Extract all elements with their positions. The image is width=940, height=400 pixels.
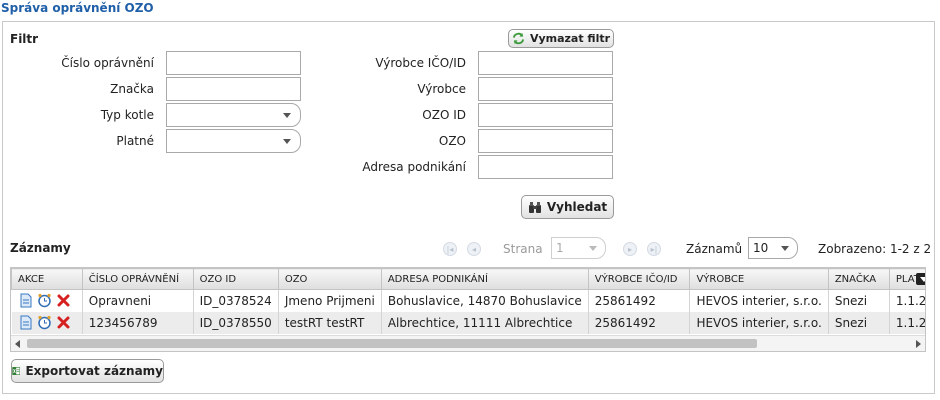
first-page-icon[interactable]: |◂ [443,242,457,256]
horizontal-scrollbar[interactable] [11,335,925,351]
table-row[interactable]: Opravneni ID_0378524 Jmeno Prijmeni Bohu… [11,289,925,312]
col-header-cislo-opravneni[interactable]: ČÍSLO OPRÁVNĚNÍ [81,268,194,290]
row-actions [11,289,83,312]
cell-cislo-opravneni: 123456789 [82,311,194,334]
cell-vyrobce-ico: 25861492 [588,311,691,334]
excel-icon [12,367,21,375]
binoculars-icon [528,201,541,213]
cell-platnost: 1.1.201 [889,289,925,312]
cell-znacka: Snezi [828,289,890,312]
field-label-vyrobce-ico: Výrobce IČO/ID [375,56,466,70]
column-menu-icon[interactable] [915,273,925,285]
platne-select[interactable] [166,129,301,153]
field-label-znacka: Značka [110,82,154,96]
clear-filter-button[interactable]: Vymazat filtr [508,29,614,48]
vyrobce-input[interactable] [478,77,613,101]
next-page-icon[interactable]: ▸ [623,242,637,256]
cell-vyrobce: HEVOS interier, s.r.o. [689,289,829,312]
per-page-label: Záznamů [686,242,743,256]
search-label: Vyhledat [546,200,608,214]
export-label: Exportovat záznamy [25,364,163,378]
delete-icon[interactable] [56,315,71,330]
page-select[interactable]: 1 [551,237,606,259]
cell-ozo-id: ID_0378524 [193,289,279,312]
chevron-down-icon [283,113,291,118]
scroll-left-icon[interactable] [15,340,20,348]
scroll-right-icon[interactable] [916,340,921,348]
ozo-input[interactable] [478,129,613,153]
records-summary: Zobrazeno: 1-2 z 2 [818,242,932,256]
page-value: 1 [556,241,564,255]
document-icon[interactable] [18,315,33,330]
adresa-input[interactable] [478,155,613,179]
clear-filter-label: Vymazat filtr [529,32,611,45]
znacka-input[interactable] [166,77,301,101]
search-button[interactable]: Vyhledat [521,195,614,219]
chevron-down-icon [781,246,789,251]
records-heading: Záznamy [10,241,71,255]
cell-ozo: testRT testRT [278,311,382,334]
typ-kotle-select[interactable] [166,103,301,127]
alarm-clock-icon[interactable] [37,293,52,308]
col-header-akce[interactable]: AKCE [11,268,83,290]
per-page-select[interactable]: 10 [748,237,798,259]
cell-vyrobce: HEVOS interier, s.r.o. [689,311,829,334]
ozo-id-input[interactable] [478,103,613,127]
cell-vyrobce-ico: 25861492 [588,289,691,312]
records-grid: AKCE ČÍSLO OPRÁVNĚNÍ OZO ID OZO ADRESA P… [10,267,926,352]
cell-adresa: Albrechtice, 11111 Albrechtice [381,311,589,334]
cell-platnost: 1.1.201 [889,311,925,334]
col-header-adresa[interactable]: ADRESA PODNIKÁNÍ [380,268,589,290]
filter-heading: Filtr [10,32,39,46]
page-title: Správa oprávnění OZO [1,1,154,15]
field-label-platne: Platné [116,134,154,148]
field-label-ozo: OZO [438,134,466,148]
alarm-clock-icon[interactable] [37,315,52,330]
table-row[interactable]: 123456789 ID_0378550 testRT testRT Albre… [11,311,925,334]
refresh-icon [512,32,525,45]
grid-header-row: AKCE ČÍSLO OPRÁVNĚNÍ OZO ID OZO ADRESA P… [11,268,925,290]
chevron-down-icon [283,139,291,144]
cell-adresa: Bohuslavice, 14870 Bohuslavice [381,289,589,312]
col-header-ozo[interactable]: OZO [277,268,382,290]
field-label-vyrobce: Výrobce [417,82,466,96]
field-label-cislo-opravneni: Číslo oprávnění [61,56,154,70]
cell-cislo-opravneni: Opravneni [82,289,194,312]
page-label: Strana [503,242,543,256]
vyrobce-ico-input[interactable] [478,51,613,75]
export-button[interactable]: Exportovat záznamy [11,359,164,383]
cislo-opravneni-input[interactable] [166,51,301,75]
delete-icon[interactable] [56,293,71,308]
cell-znacka: Snezi [828,311,890,334]
col-header-vyrobce[interactable]: VÝROBCE [689,268,829,290]
row-actions [11,311,83,334]
document-icon[interactable] [18,293,33,308]
field-label-typ-kotle: Typ kotle [100,108,154,122]
per-page-value: 10 [753,241,769,255]
col-header-ozo-id[interactable]: OZO ID [192,268,279,290]
last-page-icon[interactable]: ▸| [647,242,661,256]
prev-page-icon[interactable]: ◂ [467,242,481,256]
chevron-down-icon [589,246,597,251]
field-label-adresa: Adresa podnikání [362,160,466,174]
field-label-ozo-id: OZO ID [422,108,466,122]
col-header-platnost[interactable]: PLAT [888,268,925,290]
cell-ozo-id: ID_0378550 [193,311,279,334]
col-header-znacka[interactable]: ZNAČKA [827,268,890,290]
scrollbar-thumb[interactable] [27,339,757,348]
cell-ozo: Jmeno Prijmeni [278,289,382,312]
col-header-vyrobce-ico[interactable]: VÝROBCE IČO/ID [587,268,691,290]
